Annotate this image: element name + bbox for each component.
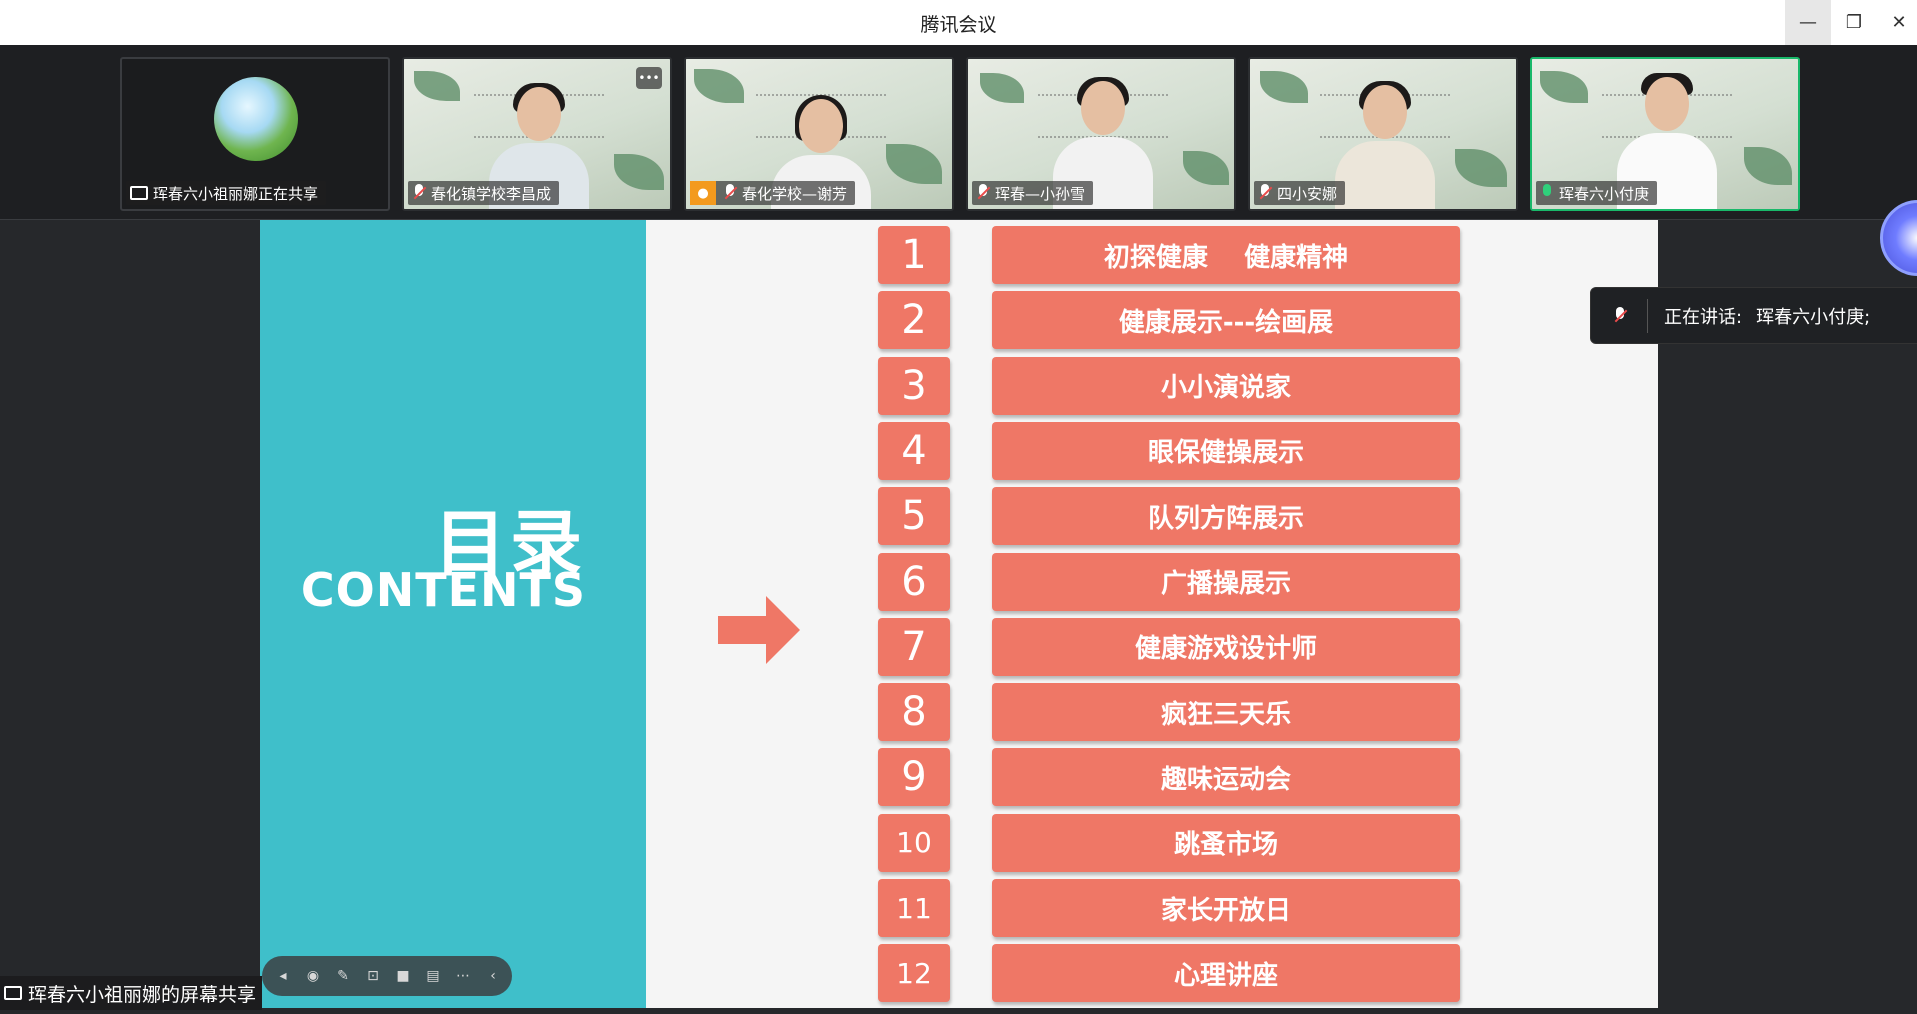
contents-item: 趣味运动会	[992, 748, 1460, 807]
maximize-icon: ❐	[1845, 12, 1863, 33]
app-title: 腾讯会议	[920, 14, 997, 36]
video-strip: 珲春六小祖丽娜正在共享 ••• 春化镇学校李昌成 ● 春化学校—谢芳 珲春—小孙…	[0, 45, 1917, 220]
collapse-icon[interactable]: ‹	[482, 965, 504, 987]
mic-off-icon	[412, 184, 426, 202]
capture-icon[interactable]: ⊡	[362, 965, 384, 987]
contents-item: 小小演说家	[992, 356, 1460, 415]
contents-number: 9	[878, 748, 950, 807]
screen-share-icon	[4, 986, 22, 1000]
participant-label: 珲春六小付庚	[1536, 181, 1658, 205]
more-icon[interactable]: ⋯	[452, 965, 474, 987]
annotation-toolbar: ◂ ◉ ✎ ⊡ ■ ▤ ⋯ ‹	[262, 956, 512, 996]
speaking-prefix: 正在讲话:	[1664, 306, 1743, 328]
participant-name: 四小安娜	[1277, 184, 1338, 203]
mic-on-icon	[1540, 184, 1554, 202]
participant-tile-sharer[interactable]: 珲春六小祖丽娜正在共享	[120, 57, 390, 211]
contents-number: 6	[878, 552, 950, 611]
chat-icon[interactable]: ▤	[422, 965, 444, 987]
mic-off-icon	[1613, 306, 1627, 325]
participant-label: 春化镇学校李昌成	[408, 181, 560, 205]
screen-share-icon	[130, 186, 148, 200]
participant-tile-speaking[interactable]: 珲春六小付庚	[1530, 57, 1800, 211]
more-icon: •••	[638, 71, 660, 85]
participant-name: 春化学校—谢芳	[742, 184, 848, 203]
participant-name: 春化镇学校李昌成	[431, 184, 552, 203]
camera-icon[interactable]: ■	[392, 965, 414, 987]
user-icon: ●	[690, 181, 716, 205]
speaking-indicator: 正在讲话: 珲春六小付庚;	[1590, 287, 1917, 344]
participant-tile[interactable]: 四小安娜	[1248, 57, 1518, 211]
more-options-button[interactable]: •••	[636, 67, 662, 89]
contents-item: 家长开放日	[992, 879, 1460, 937]
contents-number: 4	[878, 421, 950, 480]
contents-item: 跳蚤市场	[992, 813, 1460, 872]
mic-off-icon	[723, 184, 737, 202]
participant-tile[interactable]: 珲春—小孙雪	[966, 57, 1236, 211]
participant-label: 四小安娜	[1254, 181, 1346, 205]
contents-item: 初探健康 健康精神	[992, 226, 1460, 284]
contents-number: 3	[878, 356, 950, 415]
mic-off-icon	[976, 184, 990, 202]
pointer-icon[interactable]: ◉	[302, 965, 324, 987]
screen-share-name: 珲春六小祖丽娜的屏幕共享	[28, 983, 257, 1006]
contents-number: 12	[878, 944, 950, 1003]
contents-number: 10	[878, 813, 950, 872]
participant-tile[interactable]: ● 春化学校—谢芳	[684, 57, 954, 211]
screen-share-label: 珲春六小祖丽娜的屏幕共享	[0, 976, 263, 1010]
slide-contents-panel: 1 初探健康 健康精神 2 健康展示---绘画展 3 小小演说家 4 眼保健操展示 5 队列方阵展…	[646, 220, 1658, 1008]
participant-label: 珲春—小孙雪	[972, 181, 1094, 205]
slide-title-en: CONTENTS	[300, 563, 586, 617]
minimize-button[interactable]: —	[1785, 0, 1831, 45]
contents-item: 心理讲座	[992, 944, 1460, 1003]
close-icon: ✕	[1891, 12, 1907, 33]
contents-item: 疯狂三天乐	[992, 683, 1460, 742]
contents-item: 健康游戏设计师	[992, 617, 1460, 676]
contents-item: 队列方阵展示	[992, 487, 1460, 546]
contents-number: 5	[878, 487, 950, 546]
maximize-button[interactable]: ❐	[1831, 0, 1877, 45]
mic-off-icon	[1258, 184, 1272, 202]
contents-number: 11	[878, 879, 950, 937]
participant-name: 珲春六小祖丽娜正在共享	[153, 184, 319, 203]
avatar	[214, 77, 298, 161]
title-bar: 腾讯会议 — ❐ ✕	[0, 0, 1917, 46]
participant-label: 珲春六小祖丽娜正在共享	[126, 181, 327, 205]
slide-title-panel: 目录 CONTENTS	[260, 220, 646, 1008]
close-button[interactable]: ✕	[1876, 0, 1917, 45]
contents-number: 8	[878, 683, 950, 742]
participant-video	[1335, 81, 1435, 209]
participant-tile[interactable]: ••• 春化镇学校李昌成	[402, 57, 672, 211]
contents-number: 1	[878, 226, 950, 284]
contents-number: 7	[878, 617, 950, 676]
pen-icon[interactable]: ✎	[332, 965, 354, 987]
contents-item: 广播操展示	[992, 552, 1460, 611]
minimize-icon: —	[1799, 12, 1817, 33]
contents-number: 2	[878, 291, 950, 350]
contents-item: 眼保健操展示	[992, 421, 1460, 480]
back-icon[interactable]: ◂	[272, 965, 294, 987]
participant-name: 珲春—小孙雪	[995, 184, 1086, 203]
participant-name: 珲春六小付庚	[1559, 184, 1650, 203]
arrow-right-icon	[718, 596, 800, 664]
speaking-name: 珲春六小付庚;	[1756, 306, 1871, 328]
participant-label: ● 春化学校—谢芳	[690, 181, 856, 205]
contents-item: 健康展示---绘画展	[992, 291, 1460, 350]
